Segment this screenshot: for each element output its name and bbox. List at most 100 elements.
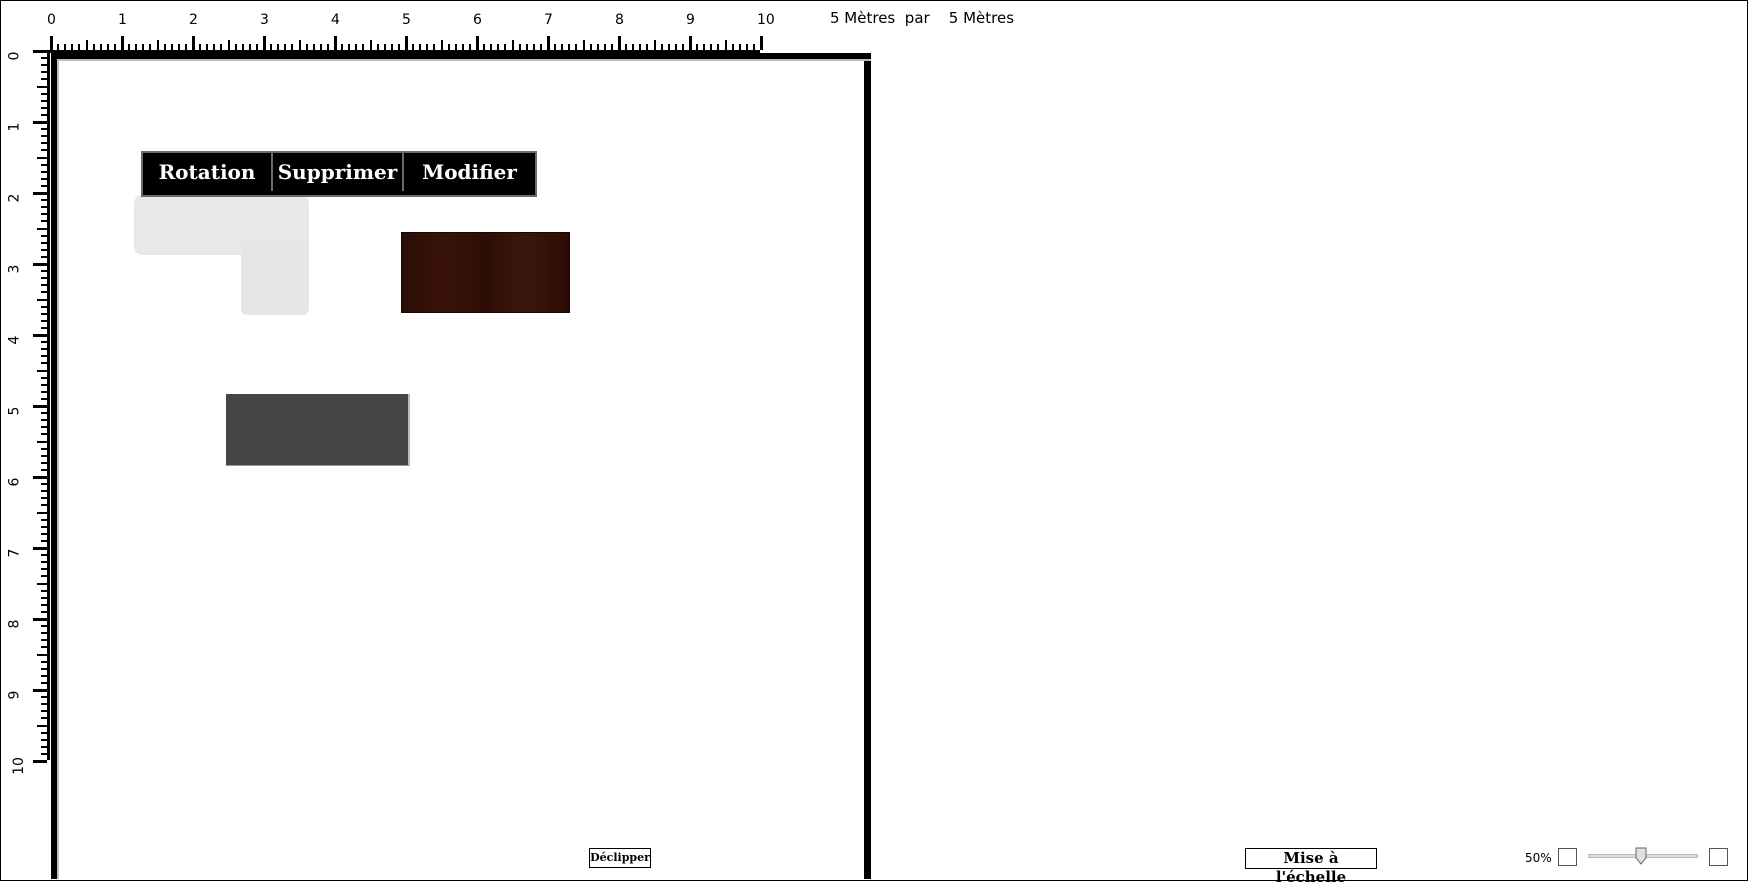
top-ruler-tick xyxy=(745,44,748,50)
top-ruler-tick xyxy=(334,36,337,50)
left-ruler-label: 6 xyxy=(6,477,23,487)
left-ruler-tick xyxy=(41,426,47,429)
left-ruler-tick xyxy=(37,85,47,88)
top-ruler-tick xyxy=(618,36,621,50)
dark-desk[interactable] xyxy=(226,394,410,466)
left-ruler-label: 8 xyxy=(6,619,23,629)
top-ruler-tick xyxy=(511,40,514,50)
left-ruler-tick xyxy=(41,362,47,365)
left-ruler-tick xyxy=(33,547,47,550)
top-ruler-tick xyxy=(497,44,500,50)
top-ruler-tick xyxy=(667,44,670,50)
top-ruler-tick xyxy=(646,44,649,50)
top-ruler-tick xyxy=(653,40,656,50)
top-ruler-tick xyxy=(405,36,408,50)
top-ruler-label: 4 xyxy=(331,12,340,28)
wood-desk[interactable] xyxy=(401,232,570,313)
left-ruler-tick xyxy=(41,625,47,628)
left-ruler-tick xyxy=(37,440,47,443)
top-ruler-label: 1 xyxy=(118,12,127,28)
l-shaped-desk-return[interactable] xyxy=(241,240,309,315)
left-ruler-tick xyxy=(41,710,47,713)
top-ruler-tick xyxy=(263,36,266,50)
left-ruler-tick xyxy=(41,717,47,720)
left-ruler-label: 7 xyxy=(6,548,23,558)
top-ruler-tick xyxy=(582,40,585,50)
dimensions-label: 5 Mètres par 5 Mètres xyxy=(830,9,1014,27)
top-ruler-tick xyxy=(568,44,571,50)
left-ruler-tick xyxy=(41,312,47,315)
top-ruler-label: 0 xyxy=(47,12,56,28)
top-ruler-tick xyxy=(113,44,116,50)
top-ruler-tick xyxy=(419,44,422,50)
top-ruler-tick xyxy=(341,44,344,50)
top-ruler-tick xyxy=(639,44,642,50)
left-ruler-tick xyxy=(41,234,47,237)
left-ruler-tick xyxy=(41,106,47,109)
left-ruler-tick xyxy=(37,653,47,656)
left-ruler-tick xyxy=(41,92,47,95)
scale-button[interactable]: Mise à l'échelle xyxy=(1245,848,1377,886)
top-ruler-tick xyxy=(57,44,60,50)
top-ruler-tick xyxy=(284,44,287,50)
top-ruler-tick xyxy=(106,44,109,50)
left-ruler-tick xyxy=(41,589,47,592)
top-ruler-label: 7 xyxy=(544,12,553,28)
left-ruler-tick xyxy=(41,504,47,507)
height-value: 5 Mètres xyxy=(948,9,1015,27)
top-ruler-tick xyxy=(184,44,187,50)
top-ruler-tick xyxy=(192,36,195,50)
top-ruler-tick xyxy=(483,44,486,50)
left-ruler-tick xyxy=(41,518,47,521)
top-ruler-tick xyxy=(277,44,280,50)
top-ruler-tick xyxy=(717,44,720,50)
left-ruler-tick xyxy=(41,454,47,457)
top-ruler-tick xyxy=(689,36,692,50)
top-ruler-tick xyxy=(227,40,230,50)
top-ruler-tick xyxy=(738,44,741,50)
zoom-in-button[interactable] xyxy=(1709,848,1728,866)
left-ruler-tick xyxy=(41,412,47,415)
top-ruler-tick xyxy=(156,40,159,50)
top-ruler-tick xyxy=(610,44,613,50)
left-ruler-tick xyxy=(41,752,47,755)
zoom-out-button[interactable] xyxy=(1558,848,1577,866)
left-ruler-tick xyxy=(33,618,47,621)
left-ruler-label: 1 xyxy=(6,122,23,132)
left-ruler-tick xyxy=(41,270,47,273)
left-ruler-tick xyxy=(41,539,47,542)
left-ruler-tick xyxy=(41,532,47,535)
left-ruler-tick xyxy=(41,674,47,677)
edit-button[interactable]: Modifier xyxy=(404,153,535,191)
top-ruler-tick xyxy=(319,44,322,50)
left-ruler-tick xyxy=(41,433,47,436)
top-ruler-tick xyxy=(177,44,180,50)
left-ruler-tick xyxy=(41,610,47,613)
top-ruler-tick xyxy=(547,36,550,50)
left-ruler-tick xyxy=(41,681,47,684)
left-ruler-tick xyxy=(41,206,47,209)
top-ruler-tick xyxy=(539,44,542,50)
declip-button[interactable]: Déclipper xyxy=(589,848,651,868)
left-ruler-tick xyxy=(41,71,47,74)
top-ruler-tick xyxy=(128,44,131,50)
top-ruler-tick xyxy=(248,44,251,50)
left-ruler-tick xyxy=(33,121,47,124)
zoom-slider-thumb[interactable] xyxy=(1635,847,1647,865)
top-ruler-tick xyxy=(397,44,400,50)
left-ruler-tick xyxy=(41,568,47,571)
delete-button[interactable]: Supprimer xyxy=(273,153,404,191)
top-ruler-tick xyxy=(710,44,713,50)
top-ruler-tick xyxy=(752,44,755,50)
left-ruler-tick xyxy=(41,461,47,464)
left-ruler-tick xyxy=(41,490,47,493)
left-ruler-tick xyxy=(41,603,47,606)
rotate-button[interactable]: Rotation xyxy=(143,153,273,191)
top-ruler-tick xyxy=(92,44,95,50)
left-ruler-tick xyxy=(41,113,47,116)
left-ruler-tick xyxy=(41,738,47,741)
left-ruler-tick xyxy=(41,468,47,471)
left-ruler-tick xyxy=(41,596,47,599)
top-ruler-tick xyxy=(234,44,237,50)
left-ruler-tick xyxy=(41,57,47,60)
